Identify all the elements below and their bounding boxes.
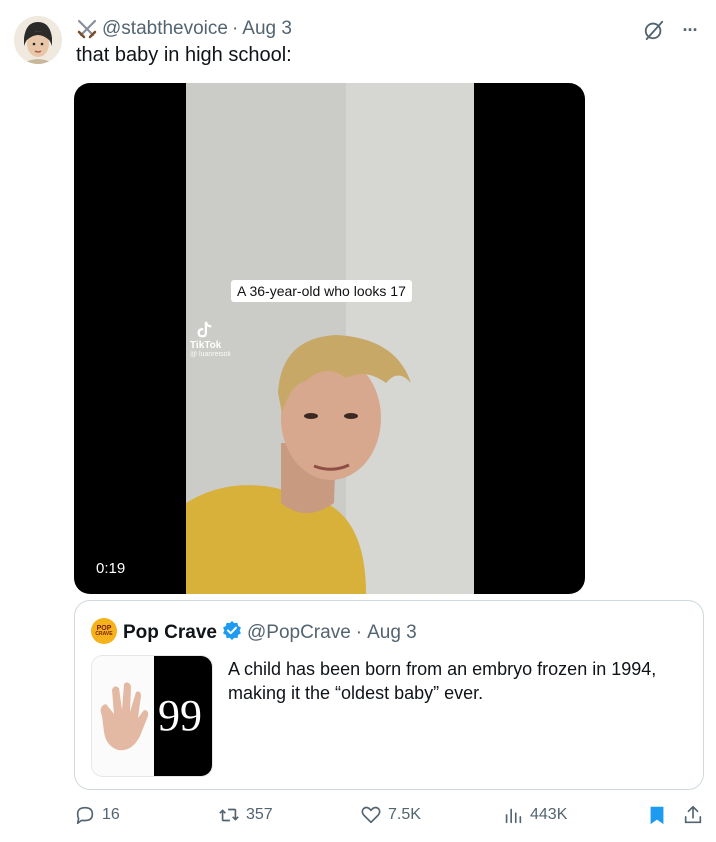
tweet-date[interactable]: Aug 3 — [242, 18, 292, 40]
repost-count: 357 — [246, 806, 273, 823]
share-button[interactable] — [682, 804, 704, 826]
quoted-header: Pop Crave @PopCrave · Aug 3 — [123, 620, 417, 646]
bookmark-button[interactable] — [646, 804, 668, 826]
quoted-date[interactable]: Aug 3 — [367, 622, 417, 644]
video-player[interactable]: A 36-year-old who looks 17 TikTok @ luan… — [74, 83, 585, 594]
verified-badge-icon — [222, 620, 242, 646]
action-bar: 16 357 7.5K 443K — [0, 804, 716, 834]
top-actions: ··· — [642, 18, 702, 42]
author-handle[interactable]: @stabthevoice — [102, 18, 228, 40]
repost-icon — [219, 808, 239, 822]
more-options-button[interactable]: ··· — [678, 18, 702, 42]
repost-button[interactable]: 357 — [218, 804, 273, 826]
tweet-text: that baby in high school: — [76, 44, 292, 66]
reply-count: 16 — [102, 806, 120, 823]
quoted-thumbnail[interactable]: 99 — [91, 655, 213, 777]
logo-line2: CRAVE — [95, 631, 113, 637]
like-count: 7.5K — [388, 806, 421, 823]
quoted-text: A child has been born from an embryo fro… — [228, 659, 657, 703]
quoted-separator: · — [355, 622, 363, 643]
separator-dot: · — [231, 18, 239, 39]
views-button[interactable]: 443K — [502, 804, 567, 826]
tiktok-handle: @ luanreisoli — [190, 351, 231, 358]
quoted-handle[interactable]: @PopCrave — [247, 622, 351, 644]
crossed-swords-icon — [76, 18, 98, 40]
views-bar-chart-icon — [505, 808, 522, 824]
reply-button[interactable]: 16 — [74, 804, 120, 826]
share-icon — [684, 805, 702, 824]
video-caption: A 36-year-old who looks 17 — [231, 280, 412, 302]
views-count: 443K — [530, 806, 568, 823]
quoted-author-name[interactable]: Pop Crave — [123, 622, 217, 644]
reply-icon — [76, 806, 94, 825]
quoted-tweet[interactable]: POP CRAVE Pop Crave @PopCrave · Aug 3 99… — [74, 600, 704, 790]
avatar-illustration — [14, 16, 62, 64]
tiktok-watermark: TikTok @ luanreisoli — [190, 320, 231, 358]
grok-slash-circle-icon[interactable] — [642, 18, 666, 42]
tweet-header: @stabthevoice · Aug 3 — [76, 18, 292, 40]
tiktok-icon — [197, 321, 212, 338]
heart-icon — [361, 806, 381, 824]
popcrave-logo: POP CRAVE — [91, 618, 117, 644]
tiktok-brand: TikTok — [190, 340, 222, 351]
like-button[interactable]: 7.5K — [360, 804, 421, 826]
baby-hand-image — [92, 656, 154, 776]
video-duration: 0:19 — [88, 557, 134, 580]
bookmark-icon — [650, 806, 664, 825]
avatar[interactable] — [14, 16, 62, 64]
thumbnail-number: 99 — [158, 691, 202, 740]
